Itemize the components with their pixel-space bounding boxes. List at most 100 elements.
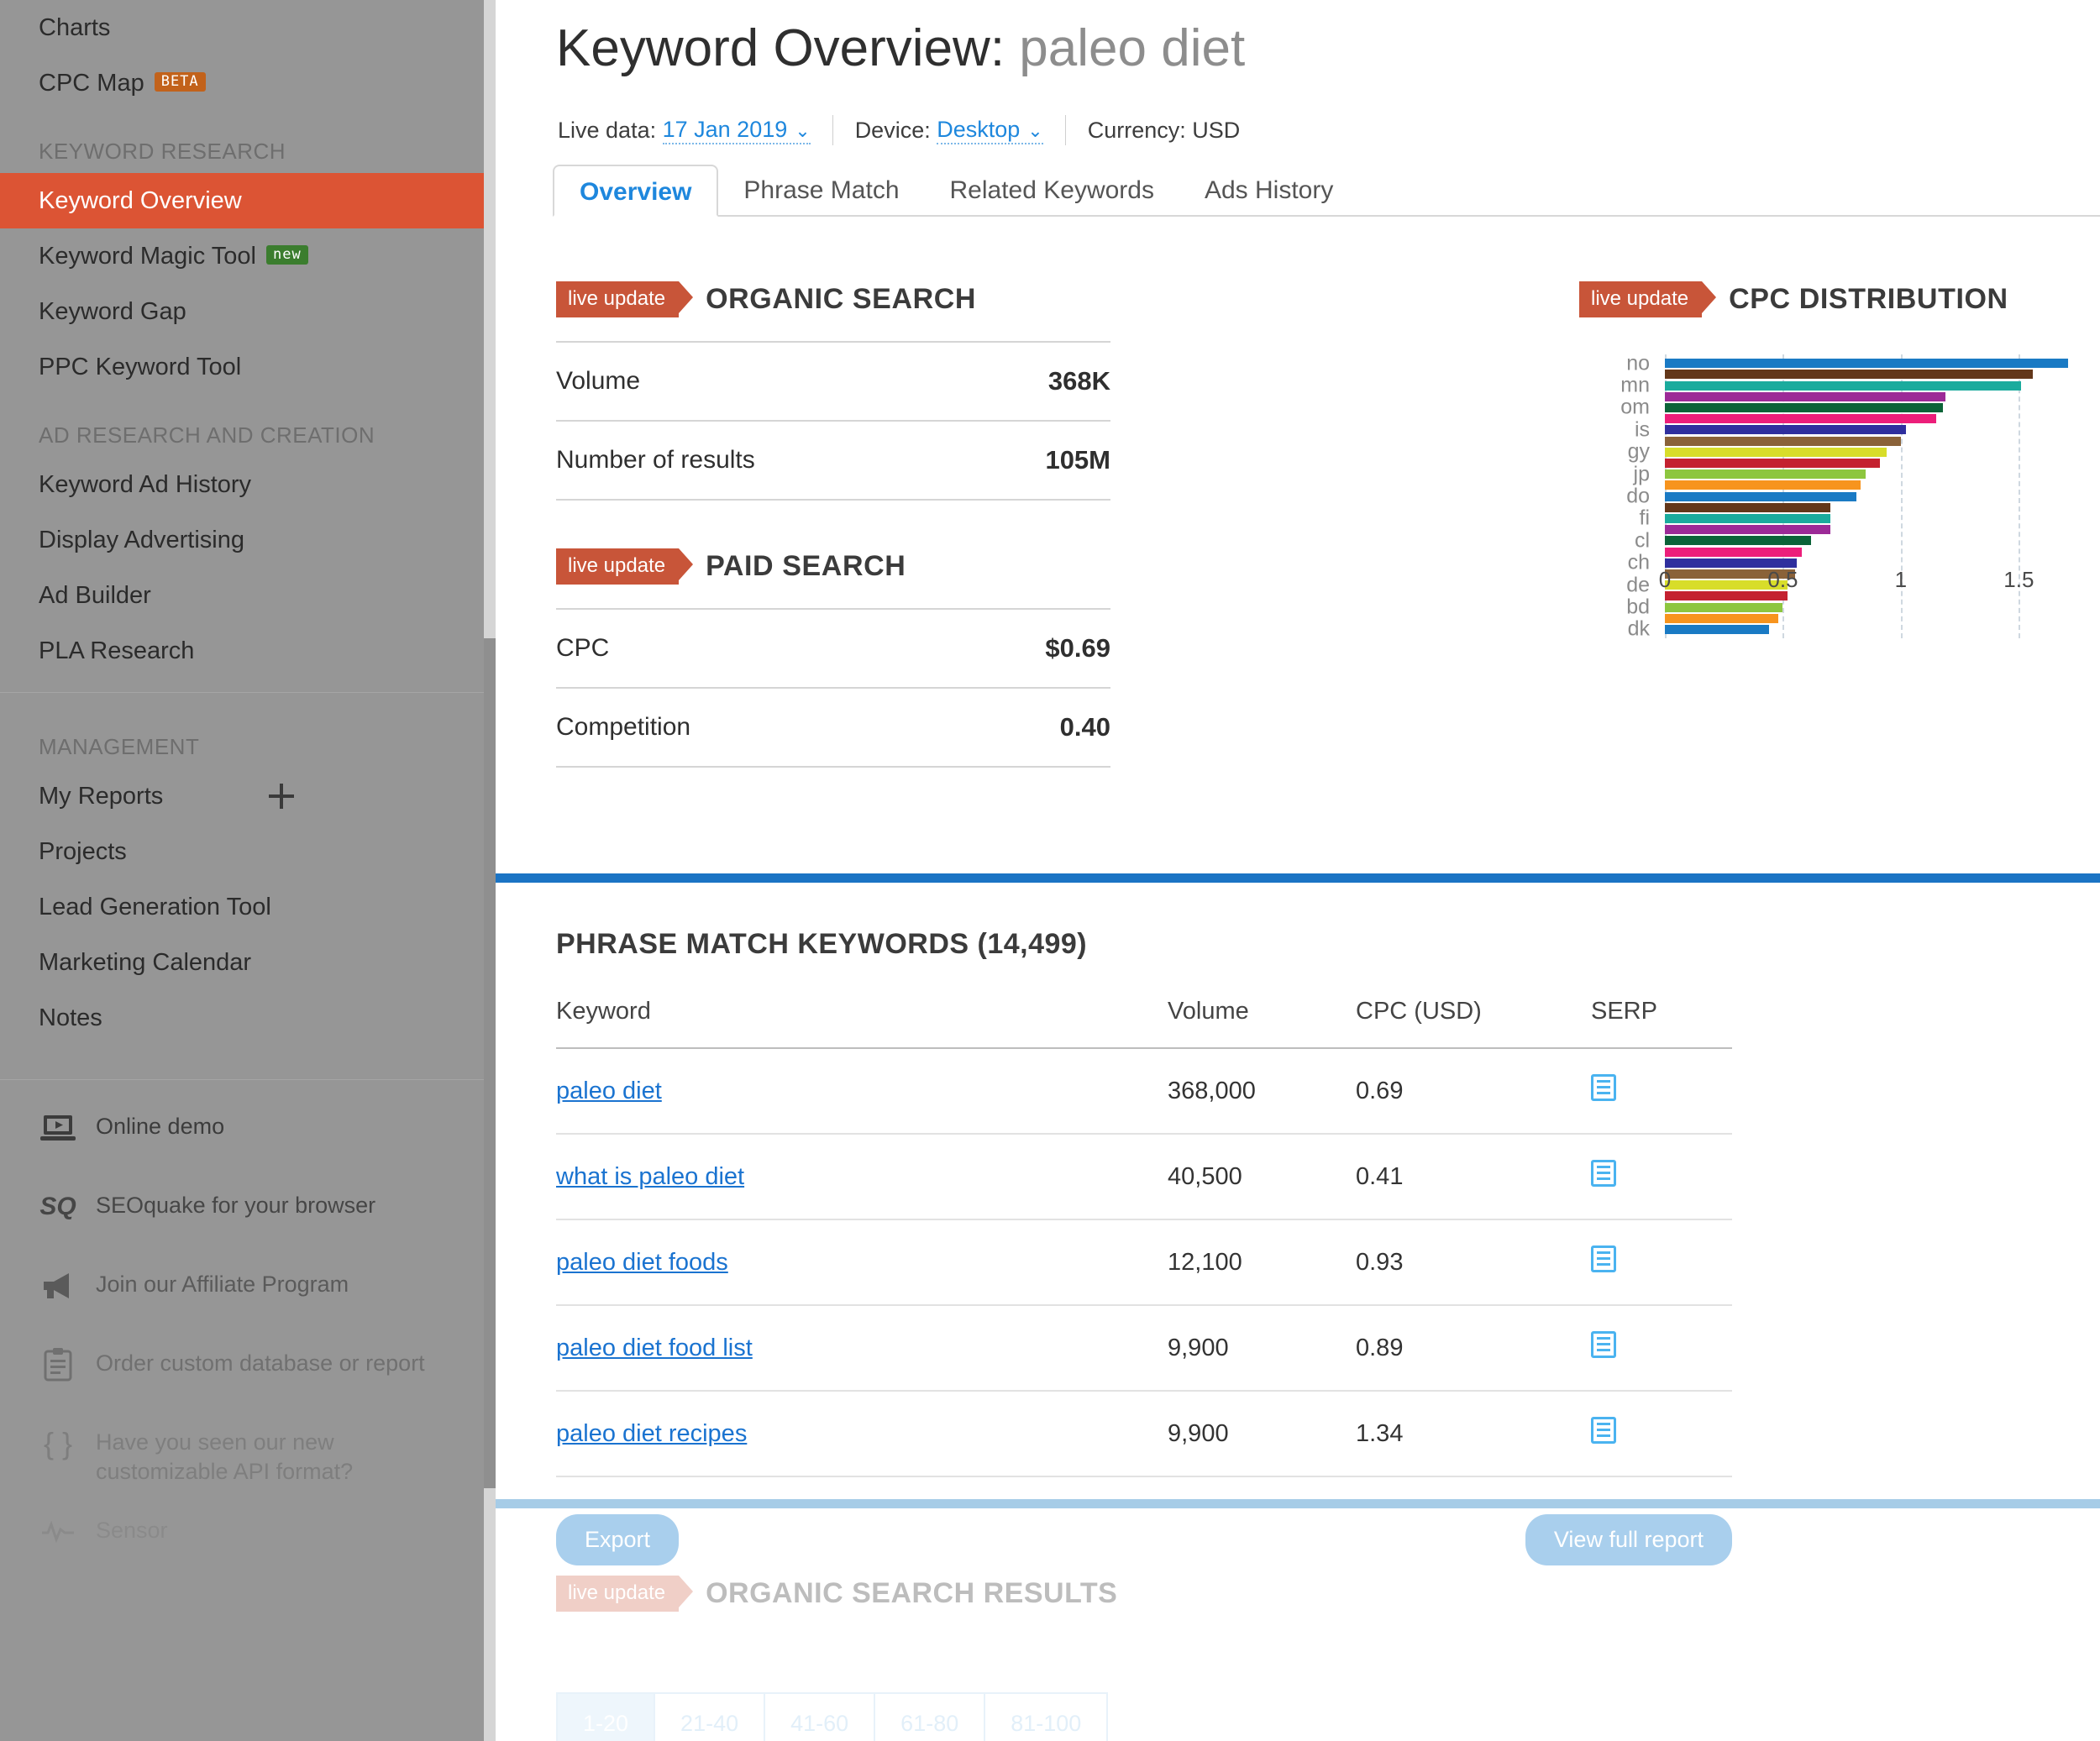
sidebar-item-label: PPC Keyword Tool xyxy=(39,354,242,380)
serp-list-icon[interactable] xyxy=(1591,1074,1616,1101)
sidebar-item-keyword-overview[interactable]: Keyword Overview xyxy=(0,173,496,228)
paid-search-title: PAID SEARCH xyxy=(706,550,906,582)
cell-cpc: 0.69 xyxy=(1356,1048,1591,1135)
pager-page-41-60[interactable]: 41-60 xyxy=(765,1694,876,1741)
sidebar-item-ppc-keyword-tool[interactable]: PPC Keyword Tool xyxy=(0,339,496,395)
organic-search-title: ORGANIC SEARCH xyxy=(706,283,977,315)
cell-keyword: paleo diet food list xyxy=(556,1305,1168,1392)
metric-value: 368K xyxy=(1047,366,1110,396)
sidebar-item-display-advertising[interactable]: Display Advertising xyxy=(0,512,496,568)
cpc-x-axis: 00.511.52 xyxy=(1659,567,2100,600)
cpc-y-tick-label: do xyxy=(1626,484,1650,508)
sidebar-promo-affiliate[interactable]: Join our Affiliate Program xyxy=(0,1268,496,1319)
metric-value: $0.69 xyxy=(1045,633,1110,663)
clipboard-icon xyxy=(39,1347,77,1382)
metric-label: Number of results xyxy=(556,446,755,474)
sidebar-item-pla-research[interactable]: PLA Research xyxy=(0,623,496,679)
keyword-link[interactable]: paleo diet foods xyxy=(556,1249,728,1276)
sidebar-item-label: Notes xyxy=(39,1004,102,1031)
cpc-x-tick-label: 1.5 xyxy=(2003,567,2034,592)
chevron-down-icon: ⌄ xyxy=(795,119,811,141)
paid-search-table: CPC $0.69 Competition 0.40 xyxy=(556,608,1110,768)
sidebar-item-keyword-gap[interactable]: Keyword Gap xyxy=(0,284,496,339)
serp-list-icon[interactable] xyxy=(1591,1160,1616,1187)
cell-cpc: 0.93 xyxy=(1356,1219,1591,1306)
sidebar-item-ad-builder[interactable]: Ad Builder xyxy=(0,568,496,623)
tab-ads-history[interactable]: Ads History xyxy=(1179,165,1358,217)
keyword-link[interactable]: paleo diet food list xyxy=(556,1335,753,1361)
meta-row: Live data: 17 Jan 2019 ⌄ Device: Desktop ⌄… xyxy=(558,115,1240,145)
cpc-bar xyxy=(1665,380,2022,391)
pager-page-81-100[interactable]: 81-100 xyxy=(985,1694,1106,1741)
sidebar-promo-api-format[interactable]: { } Have you seen our new customizable A… xyxy=(0,1426,437,1486)
keyword-link[interactable]: paleo diet xyxy=(556,1078,662,1104)
cpc-y-tick-label: mn xyxy=(1620,373,1650,397)
cpc-bar xyxy=(1665,480,1861,490)
sidebar-item-label: Ad Builder xyxy=(39,582,151,609)
device-selector[interactable]: Desktop ⌄ xyxy=(937,117,1043,144)
tab-phrase-match[interactable]: Phrase Match xyxy=(718,165,924,217)
tab-related-keywords[interactable]: Related Keywords xyxy=(925,165,1179,217)
cpc-distribution-chart: live update CPC DISTRIBUTION no mn om is gy j… xyxy=(1579,281,2100,641)
pager-page-61-80[interactable]: 61-80 xyxy=(875,1694,986,1741)
sidebar-item-notes[interactable]: Notes xyxy=(0,990,496,1046)
cell-serp xyxy=(1591,1134,1732,1220)
sidebar-item-marketing-calendar[interactable]: Marketing Calendar xyxy=(0,935,496,990)
new-badge: new xyxy=(265,244,308,265)
sidebar-item-label: Marketing Calendar xyxy=(39,949,252,976)
cpc-bar xyxy=(1665,425,1906,435)
tab-overview[interactable]: Overview xyxy=(553,165,719,217)
table-row: paleo diet food list 9,900 0.89 xyxy=(556,1305,1732,1392)
sidebar-promo-online-demo[interactable]: Online demo xyxy=(0,1110,496,1161)
sidebar-item-cpc-map[interactable]: CPC Map BETA xyxy=(0,55,496,111)
sidebar-item-keyword-ad-history[interactable]: Keyword Ad History xyxy=(0,457,496,512)
sidebar-promo-order-custom[interactable]: Order custom database or report xyxy=(0,1347,496,1398)
live-update-badge: live update xyxy=(556,1576,694,1612)
cpc-y-tick-label: cl xyxy=(1634,528,1650,553)
sidebar-item-label: Charts xyxy=(39,14,111,41)
cpc-x-tick-label: 1 xyxy=(1894,567,1908,592)
serp-list-icon[interactable] xyxy=(1591,1417,1616,1444)
cpc-bar xyxy=(1665,436,1901,446)
cpc-y-tick-label: gy xyxy=(1627,439,1650,464)
cell-serp xyxy=(1591,1219,1732,1306)
organic-search-table: Volume 368K Number of results 105M xyxy=(556,341,1110,501)
cell-volume: 40,500 xyxy=(1168,1134,1356,1220)
keyword-link[interactable]: paleo diet recipes xyxy=(556,1420,747,1447)
sidebar-item-charts[interactable]: Charts xyxy=(0,0,496,55)
cell-keyword: paleo diet foods xyxy=(556,1219,1168,1306)
cpc-bar xyxy=(1665,502,1830,512)
serp-list-icon[interactable] xyxy=(1591,1245,1616,1272)
sidebar-scrollbar-thumb[interactable] xyxy=(484,638,496,1488)
sidebar-item-my-reports[interactable]: My Reports xyxy=(0,768,496,824)
cell-volume: 368,000 xyxy=(1168,1048,1356,1135)
sidebar-promo-label: Online demo xyxy=(96,1114,225,1139)
live-data-date-selector[interactable]: 17 Jan 2019 ⌄ xyxy=(662,116,811,144)
table-row: Number of results 105M xyxy=(556,422,1110,501)
column-header-keyword: Keyword xyxy=(556,998,1168,1049)
sidebar-item-keyword-magic-tool[interactable]: Keyword Magic Tool new xyxy=(0,228,496,284)
cell-cpc: 0.89 xyxy=(1356,1305,1591,1392)
live-update-badge: live update xyxy=(1579,281,1717,317)
live-data-value: 17 Jan 2019 xyxy=(662,116,788,142)
keyword-link[interactable]: what is paleo diet xyxy=(556,1163,744,1190)
cpc-y-tick-label: de xyxy=(1626,573,1650,597)
sidebar-item-lead-generation-tool[interactable]: Lead Generation Tool xyxy=(0,879,496,935)
live-data-label: Live data: xyxy=(558,117,657,143)
sidebar-item-label: My Reports xyxy=(39,783,164,810)
sidebar-promo-seoquake[interactable]: SQ SEOquake for your browser xyxy=(0,1189,496,1240)
serp-list-icon[interactable] xyxy=(1591,1331,1616,1358)
cpc-bar xyxy=(1665,547,1802,557)
add-report-plus-icon[interactable] xyxy=(269,784,294,809)
live-update-badge: live update xyxy=(556,548,694,585)
table-row: what is paleo diet 40,500 0.41 xyxy=(556,1134,1732,1220)
table-row: paleo diet 368,000 0.69 xyxy=(556,1048,1732,1135)
sidebar-item-projects[interactable]: Projects xyxy=(0,824,496,879)
organic-search-panel: live update ORGANIC SEARCH Volume 368K N… xyxy=(556,281,1110,501)
pager-page-21-40[interactable]: 21-40 xyxy=(655,1694,766,1741)
cpc-y-tick-label: bd xyxy=(1626,595,1650,619)
phrase-match-panel: PHRASE MATCH KEYWORDS (14,499) Keyword V… xyxy=(556,928,1732,1565)
pager-page-1-20[interactable]: 1-20 xyxy=(558,1694,656,1741)
sidebar-item-label: Keyword Overview xyxy=(39,187,242,214)
sidebar-promo-sensor[interactable]: Sensor xyxy=(0,1514,496,1565)
